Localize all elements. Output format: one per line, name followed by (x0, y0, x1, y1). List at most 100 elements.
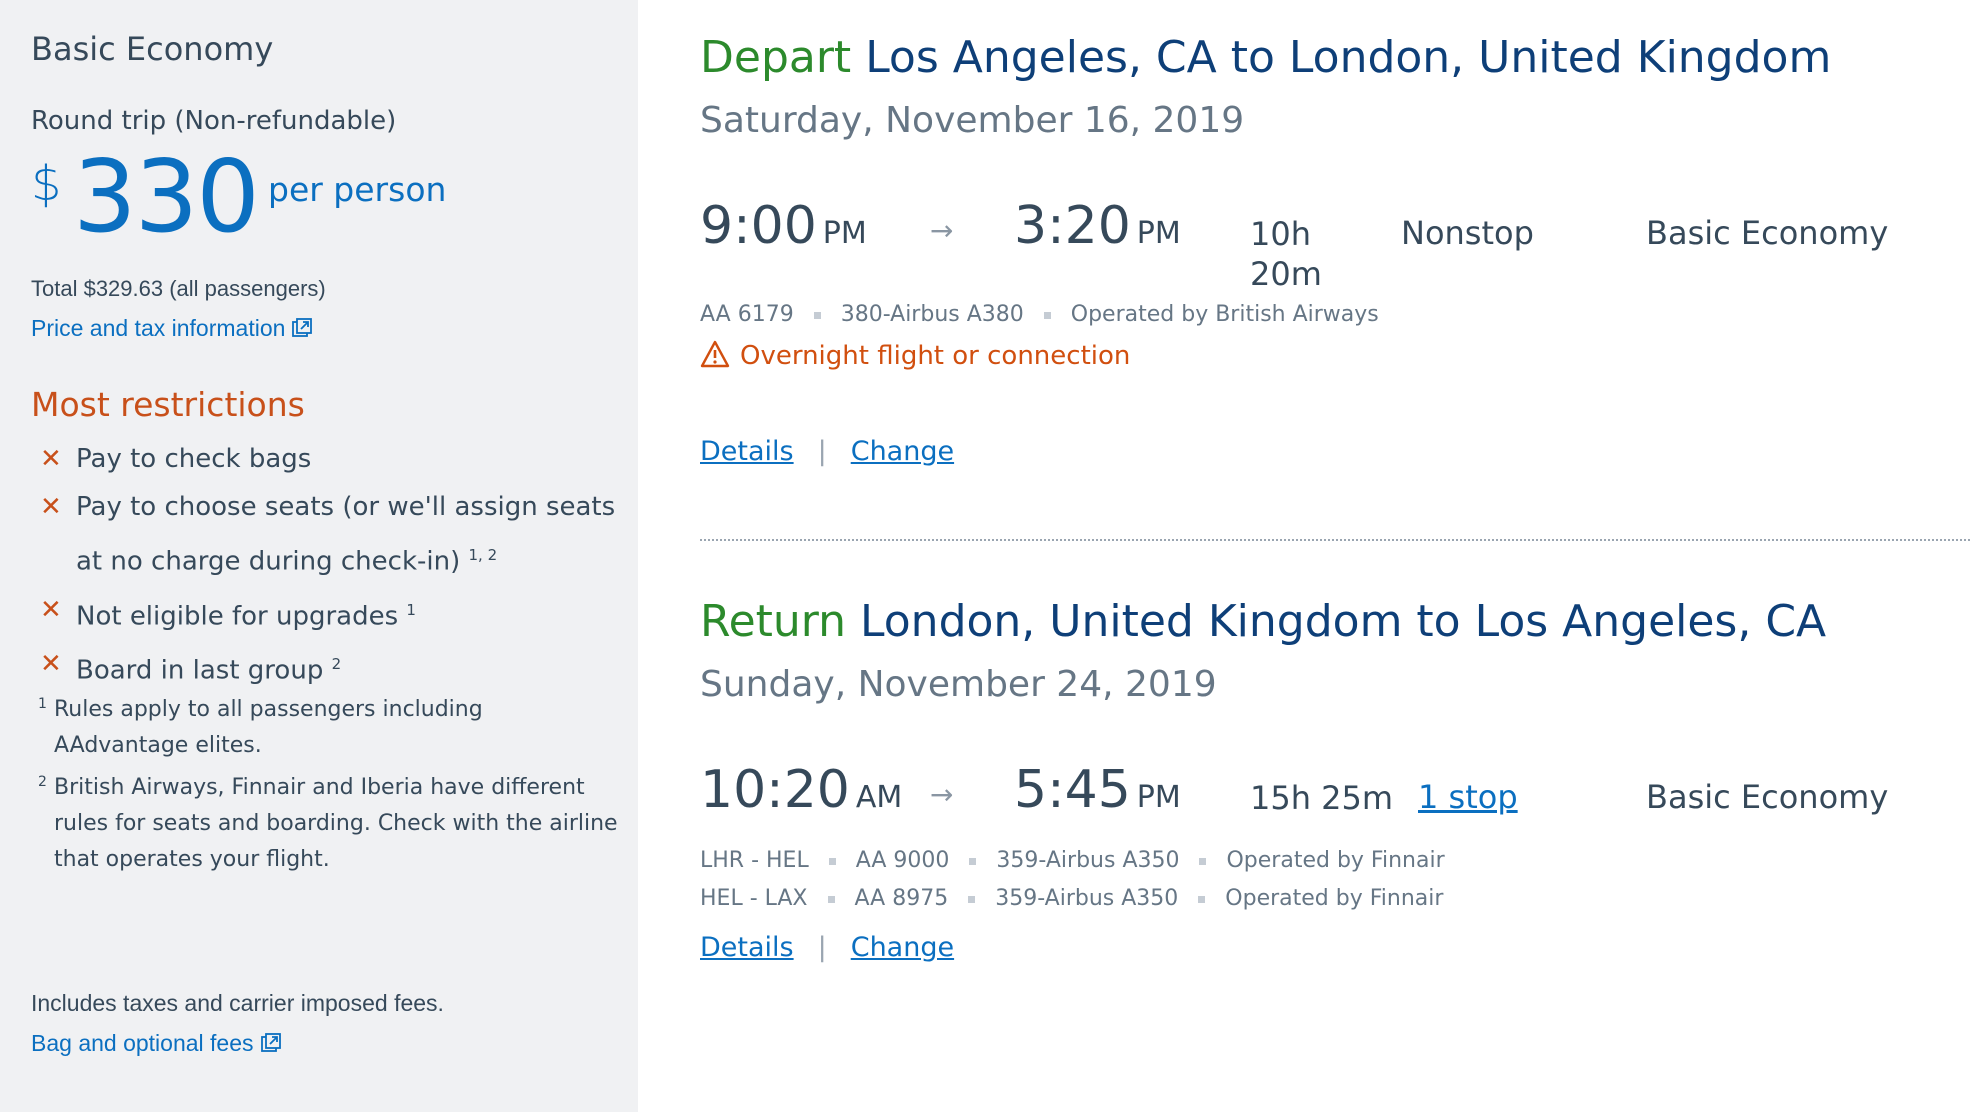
restriction-item: ✕ Pay to check bags (40, 435, 620, 483)
restrictions-list: ✕ Pay to check bags ✕ Pay to choose seat… (40, 435, 620, 695)
return-direction: Return (700, 596, 847, 647)
footnote-ref: 1 (406, 600, 416, 619)
price-amount: 330 (73, 138, 260, 255)
overnight-warning: Overnight flight or connection (700, 340, 1130, 371)
depart-direction: Depart (700, 32, 852, 83)
depart-title: Depart Los Angeles, CA to London, United… (700, 32, 1831, 83)
return-route: London, United Kingdom to Los Angeles, C… (860, 596, 1827, 647)
aircraft: 359-Airbus A350 (995, 886, 1179, 911)
time-ampm: PM (1136, 216, 1181, 251)
footnote-number: 2 (38, 774, 47, 790)
fare-summary-sidebar: Basic Economy Round trip (Non-refundable… (0, 0, 638, 1112)
time-ampm: PM (822, 216, 867, 251)
footnote-text: British Airways, Finnair and Iberia have… (54, 775, 618, 872)
depart-route: Los Angeles, CA to London, United Kingdo… (865, 32, 1832, 83)
time-ampm: AM (855, 780, 903, 815)
slice-divider (700, 539, 1970, 541)
footnote-number: 1 (38, 696, 47, 712)
restriction-item: ✕ Not eligible for upgrades 1 (40, 586, 620, 641)
separator (1198, 895, 1206, 903)
external-link-icon[interactable] (260, 1032, 282, 1060)
separator (813, 311, 821, 319)
separator (828, 857, 836, 865)
operator: Operated by Finnair (1226, 848, 1445, 873)
itinerary-main: Depart Los Angeles, CA to London, United… (638, 0, 1980, 1112)
return-cabin: Basic Economy (1646, 778, 1889, 816)
flight-number: AA 6179 (700, 302, 794, 327)
separator (1199, 857, 1207, 865)
flight-number: AA 8975 (854, 886, 949, 911)
return-date: Sunday, November 24, 2019 (700, 664, 1217, 705)
footnote: 1 Rules apply to all passengers includin… (38, 692, 618, 764)
x-icon: ✕ (40, 492, 62, 522)
depart-details-link[interactable]: Details (700, 436, 794, 467)
separator (969, 857, 977, 865)
footnote-ref: 2 (331, 655, 342, 674)
arrow-right-icon: → (930, 778, 954, 811)
depart-segment: AA 6179 380-Airbus A380 Operated by Britis… (700, 302, 1379, 327)
price-tax-link[interactable]: Price and tax information (31, 315, 313, 345)
return-segment: HEL - LAX AA 8975 359-Airbus A350 Operated … (700, 886, 1443, 911)
restrictions-title: Most restrictions (31, 385, 305, 424)
total-price: Total $329.63 (all passengers) (31, 276, 326, 301)
operator: Operated by Finnair (1225, 886, 1444, 911)
x-icon: ✕ (40, 594, 62, 625)
footnote: 2 British Airways, Finnair and Iberia ha… (38, 770, 618, 878)
fare-name: Basic Economy (31, 30, 274, 68)
return-details-link[interactable]: Details (700, 932, 794, 963)
operator: Operated by British Airways (1070, 302, 1379, 327)
separator (968, 895, 976, 903)
price-per-label: per person (268, 170, 447, 209)
restriction-text: Board in last group (76, 655, 324, 686)
warning-text: Overnight flight or connection (740, 341, 1131, 371)
return-arrival-time: 5:45 PM (1014, 760, 1181, 820)
bag-fees-link-text[interactable]: Bag and optional fees (31, 1030, 254, 1056)
flight-number: AA 9000 (855, 848, 950, 873)
time-value: 3:20 (1014, 196, 1131, 256)
return-duration: 15h 25m (1250, 779, 1394, 817)
depart-change-link[interactable]: Change (851, 436, 954, 467)
price-currency: $ (31, 156, 62, 212)
footnotes: 1 Rules apply to all passengers includin… (38, 692, 618, 884)
return-actions: Details | Change (700, 932, 954, 963)
price-tax-link-text[interactable]: Price and tax information (31, 315, 285, 341)
segment-route: LHR - HEL (700, 848, 809, 873)
trip-type: Round trip (Non-refundable) (31, 106, 397, 136)
depart-stops: Nonstop (1401, 214, 1534, 252)
duration-hours: 10h (1250, 215, 1311, 253)
restriction-text: Not eligible for upgrades (76, 601, 399, 632)
arrow-right-icon: → (930, 214, 954, 247)
includes-taxes-note: Includes taxes and carrier imposed fees. (31, 990, 444, 1016)
bag-fees-link[interactable]: Bag and optional fees (31, 1030, 282, 1060)
return-departure-time: 10:20 AM (700, 760, 902, 820)
segment-route: HEL - LAX (700, 886, 808, 911)
depart-arrival-time: 3:20 PM (1014, 196, 1181, 256)
footnote-text: Rules apply to all passengers including … (54, 697, 483, 758)
return-title: Return London, United Kingdom to Los Ang… (700, 596, 1826, 647)
external-link-icon[interactable] (291, 317, 313, 345)
separator: | (817, 436, 827, 467)
aircraft: 380-Airbus A380 (840, 302, 1024, 327)
footnote-ref: 1, 2 (468, 546, 498, 564)
time-ampm: PM (1136, 780, 1181, 815)
restriction-item: ✕ Pay to choose seats (or we'll assign s… (40, 483, 620, 586)
separator (1043, 311, 1051, 319)
time-value: 9:00 (700, 196, 817, 256)
restriction-text: Pay to choose seats (or we'll assign sea… (76, 492, 616, 577)
depart-duration: 10h 20m (1250, 214, 1322, 294)
x-icon: ✕ (40, 444, 62, 474)
separator (827, 895, 835, 903)
time-value: 10:20 (700, 760, 850, 820)
x-icon: ✕ (40, 649, 62, 680)
warning-triangle-icon (700, 340, 730, 368)
return-segment: LHR - HEL AA 9000 359-Airbus A350 Operated … (700, 848, 1445, 873)
depart-date: Saturday, November 16, 2019 (700, 100, 1245, 141)
separator: | (817, 932, 827, 963)
restriction-item: ✕ Board in last group 2 (40, 640, 620, 695)
time-value: 5:45 (1014, 760, 1131, 820)
return-change-link[interactable]: Change (851, 932, 954, 963)
duration-minutes: 20m (1250, 255, 1322, 293)
restriction-text: Pay to check bags (76, 444, 312, 474)
return-stops-link[interactable]: 1 stop (1418, 778, 1518, 816)
aircraft: 359-Airbus A350 (996, 848, 1180, 873)
